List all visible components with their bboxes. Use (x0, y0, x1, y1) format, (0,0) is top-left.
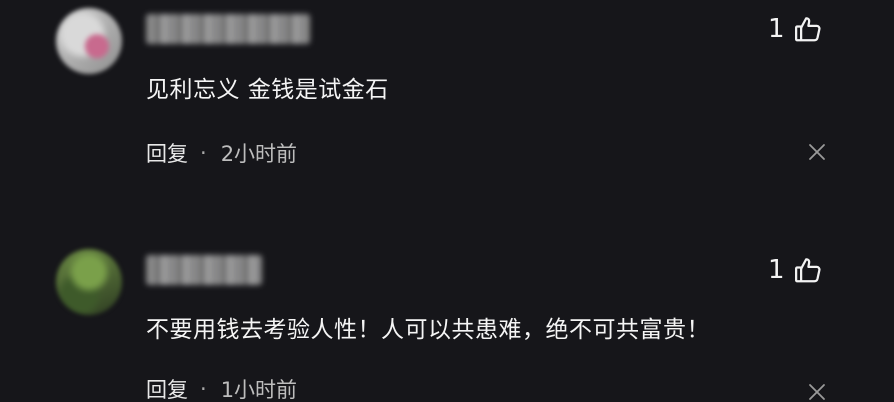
meta-separator: · (200, 377, 207, 401)
avatar[interactable] (56, 249, 122, 315)
comment-list: 1 见利忘义 金钱是试金石 回复 · 2小时前 1 不要用钱去考验人性！人可以共… (0, 0, 894, 402)
close-icon[interactable] (806, 381, 828, 402)
comment-text: 不要用钱去考验人性！人可以共患难，绝不可共富贵！ (146, 317, 710, 343)
comment-text: 见利忘义 金钱是试金石 (146, 77, 389, 103)
username-blurred[interactable] (146, 14, 310, 44)
meta-separator: · (200, 141, 207, 165)
timestamp: 2小时前 (220, 142, 298, 166)
thumbs-up-icon[interactable] (793, 14, 823, 44)
avatar[interactable] (56, 8, 122, 74)
reply-button[interactable]: 回复 (146, 138, 188, 168)
close-icon[interactable] (806, 141, 828, 163)
timestamp: 1小时前 (220, 378, 298, 402)
reply-button[interactable]: 回复 (146, 374, 188, 402)
like-count: 1 (768, 14, 785, 44)
username-blurred[interactable] (146, 255, 262, 285)
thumbs-up-icon[interactable] (793, 255, 823, 285)
like-count: 1 (768, 255, 785, 285)
comment-meta: 回复 · 1小时前 (146, 374, 297, 402)
like-button[interactable]: 1 (768, 255, 823, 285)
comment-meta: 回复 · 2小时前 (146, 138, 297, 168)
like-button[interactable]: 1 (768, 14, 823, 44)
